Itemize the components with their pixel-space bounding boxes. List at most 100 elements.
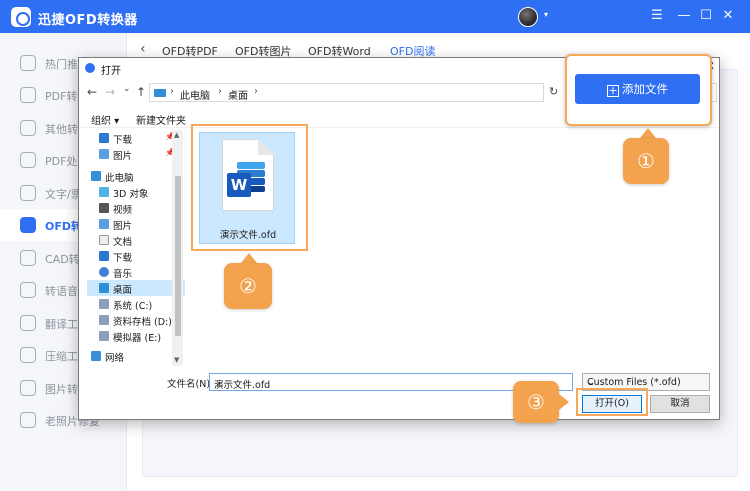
address-separator: › xyxy=(254,86,258,97)
tree-item-drive-d[interactable]: 资料存档 (D:) xyxy=(87,312,185,328)
tree-item-downloads[interactable]: 下载 📌 xyxy=(87,130,185,146)
tree-item-network[interactable]: 网络 xyxy=(87,348,185,364)
organize-button[interactable]: 组织 ▾ xyxy=(91,112,119,127)
minimize-button[interactable]: — xyxy=(675,7,693,25)
computer-icon xyxy=(91,171,101,181)
voice-icon xyxy=(20,282,36,298)
address-separator: › xyxy=(218,86,222,97)
step-pointer xyxy=(241,253,257,263)
chevron-down-icon: ⌄ xyxy=(587,377,595,388)
tree-item-documents[interactable]: 文档 xyxy=(87,232,185,248)
fire-icon xyxy=(20,55,36,71)
download-icon xyxy=(99,251,109,261)
app-logo-icon xyxy=(11,7,31,27)
desktop-icon xyxy=(99,283,109,293)
filetype-value: Custom Files (*.ofd) xyxy=(587,377,681,388)
address-bar[interactable]: › 此电脑 › 桌面 › xyxy=(149,83,544,102)
tree-item-label: 文档 xyxy=(113,237,133,248)
pictures-icon xyxy=(99,219,109,229)
tree-item-videos[interactable]: 视频 xyxy=(87,200,185,216)
tree-item-drive-c[interactable]: 系统 (C:) xyxy=(87,296,185,312)
convert-icon xyxy=(20,120,36,136)
documents-icon xyxy=(99,235,109,245)
user-avatar[interactable] xyxy=(518,7,538,27)
menu-icon[interactable]: ☰ xyxy=(648,7,666,25)
close-button[interactable]: ✕ xyxy=(719,7,737,25)
image-icon xyxy=(20,380,36,396)
cancel-button[interactable]: 取消 xyxy=(650,395,710,413)
cad-icon xyxy=(20,250,36,266)
forward-icon[interactable]: → xyxy=(105,85,115,99)
tree-item-label: 3D 对象 xyxy=(113,189,149,200)
download-icon xyxy=(99,133,109,143)
tree-item-label: 下载 xyxy=(113,135,133,146)
drive-icon xyxy=(99,299,109,309)
tree-item-label: 网络 xyxy=(105,353,125,364)
ofd-icon xyxy=(20,217,36,233)
maximize-button[interactable]: ☐ xyxy=(697,7,715,25)
tree-item-label: 图片 xyxy=(113,151,133,162)
tree-item-label: 下载 xyxy=(113,253,133,264)
step-pointer xyxy=(559,394,569,410)
tree-item-desktop[interactable]: 桌面 xyxy=(87,280,185,296)
drive-icon xyxy=(99,315,109,325)
video-icon xyxy=(99,203,109,213)
tree-item-pictures-pinned[interactable]: 图片 📌 xyxy=(87,146,185,162)
pdf-icon xyxy=(20,87,36,103)
up-icon[interactable]: ↑ xyxy=(136,85,146,99)
add-file-label: 添加文件 xyxy=(622,82,668,96)
tree-item-music[interactable]: 音乐 xyxy=(87,264,185,280)
avatar-caret-icon[interactable]: ▾ xyxy=(544,10,548,19)
address-separator: › xyxy=(170,86,174,97)
filename-value: 演示文件.ofd xyxy=(214,380,271,391)
ocr-icon xyxy=(20,185,36,201)
scroll-up-icon[interactable]: ▲ xyxy=(174,131,179,139)
tree-item-label: 桌面 xyxy=(113,285,133,296)
pictures-icon xyxy=(99,149,109,159)
back-arrow-icon[interactable]: ‹ xyxy=(140,41,146,57)
file-highlight-frame xyxy=(191,124,308,251)
tree-item-drive-e[interactable]: 模拟器 (E:) xyxy=(87,328,185,344)
add-file-callout: + 添加文件 xyxy=(565,54,712,126)
plus-icon: + xyxy=(607,84,619,97)
refresh-icon[interactable]: ↻ xyxy=(549,85,558,98)
tree-item-label: 系统 (C:) xyxy=(113,301,153,312)
tree-item-label: 此电脑 xyxy=(105,173,134,184)
new-folder-button[interactable]: 新建文件夹 xyxy=(136,112,186,127)
step-pointer xyxy=(640,128,656,138)
tree-item-label: 视频 xyxy=(113,205,133,216)
breadcrumb-this-pc[interactable]: 此电脑 xyxy=(180,87,210,102)
step-1-badge: ① xyxy=(623,138,669,184)
computer-icon xyxy=(154,89,166,97)
scroll-down-icon[interactable]: ▼ xyxy=(174,356,179,364)
back-icon[interactable]: ← xyxy=(87,85,97,99)
drive-icon xyxy=(99,331,109,341)
tree-item-3d-objects[interactable]: 3D 对象 xyxy=(87,184,185,200)
photo-repair-icon xyxy=(20,412,36,428)
tree-item-pictures[interactable]: 图片 xyxy=(87,216,185,232)
app-title: 迅捷OFD转换器 xyxy=(38,13,138,28)
translate-icon xyxy=(20,315,36,331)
tree-item-label: 资料存档 (D:) xyxy=(113,317,172,328)
tree-item-this-pc[interactable]: 此电脑 xyxy=(87,168,185,184)
filename-label: 文件名(N): xyxy=(167,379,214,390)
dialog-app-icon xyxy=(85,63,95,73)
open-highlight-frame xyxy=(576,388,648,416)
music-icon xyxy=(99,267,109,277)
tree-item-label: 图片 xyxy=(113,221,133,232)
tree-item-label: 模拟器 (E:) xyxy=(113,333,162,344)
pdf-tool-icon xyxy=(20,152,36,168)
tree-item-label: 音乐 xyxy=(113,269,133,280)
tree-item-downloads-pc[interactable]: 下载 xyxy=(87,248,185,264)
step-2-badge: ② xyxy=(224,263,272,309)
chevron-down-icon[interactable]: ⌄ xyxy=(214,377,222,388)
navigation-pane: 下载 📌 图片 📌 此电脑 3D 对象 视频 图片 文档 下载 音乐 桌面 系统… xyxy=(87,129,185,364)
tree-scrollbar-thumb[interactable] xyxy=(175,176,181,336)
recent-dropdown-icon[interactable]: ⌄ xyxy=(123,84,131,94)
step-3-badge: ③ xyxy=(513,381,559,423)
breadcrumb-desktop[interactable]: 桌面 xyxy=(228,87,248,102)
compress-icon xyxy=(20,347,36,363)
3d-objects-icon xyxy=(99,187,109,197)
add-file-button[interactable]: + 添加文件 xyxy=(575,74,700,104)
network-icon xyxy=(91,351,101,361)
